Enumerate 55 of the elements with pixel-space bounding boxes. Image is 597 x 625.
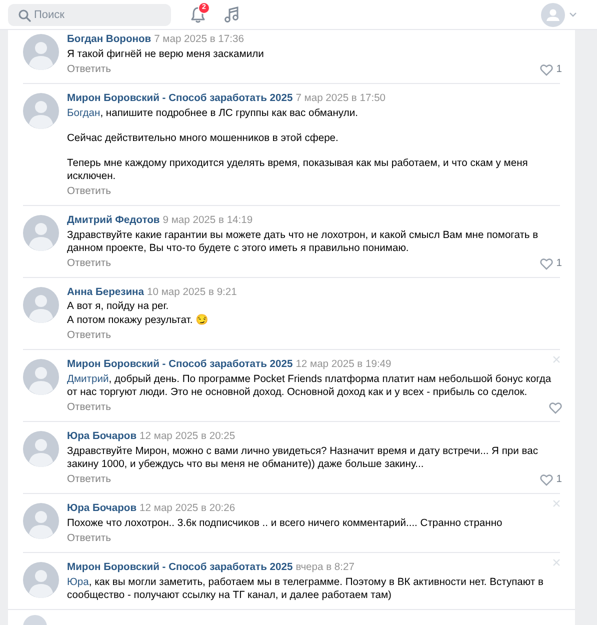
mention-link[interactable]: Богдан: [67, 108, 100, 119]
avatar[interactable]: [23, 359, 59, 395]
comment-text: Похоже что лохотрон.. 3.6к подписчиков .. и всего ничего комментарий.... Странно странно: [67, 517, 504, 530]
comment-date[interactable]: 7 мар 2025 в 17:36: [154, 34, 244, 45]
comment-date[interactable]: 7 мар 2025 в 17:50: [296, 93, 386, 104]
author-name[interactable]: Богдан Воронов: [67, 34, 152, 45]
mention-link[interactable]: Юра: [67, 577, 89, 588]
comment-date[interactable]: вчера в 8:27: [296, 562, 354, 573]
comment-date[interactable]: 12 мар 2025 в 19:49: [296, 359, 392, 370]
author-name[interactable]: Дмитрий Федотов: [67, 215, 160, 226]
profile-avatar[interactable]: [541, 2, 565, 26]
reply-link[interactable]: Ответить: [67, 257, 112, 270]
comment-text: Дмитрий, добрый день. По программе Pocket Friends платформа платит нам небольшой бонус когда от нас торгуют люди. Это не основной доход. Основной доход как и у всех - прибыль со сделок.: [67, 373, 552, 399]
bell-icon[interactable]: [190, 6, 206, 24]
close-icon[interactable]: [553, 500, 560, 507]
comment-date[interactable]: 10 мар 2025 в 9:21: [147, 287, 237, 298]
close-icon[interactable]: [553, 356, 560, 363]
comment-text: Здравствуйте какие гарантии вы можете дать что не лохотрон, и какой смысл Вам мне помогать в данном проекте, Вы что-то будете с этого иметь я правильно понимаю.: [67, 229, 540, 255]
avatar[interactable]: [23, 503, 59, 539]
comment-text: Теперь мне каждому приходится уделять время, показывая как мы работаем, и что скам у меня исключен.: [67, 157, 529, 183]
close-icon[interactable]: [553, 559, 560, 566]
author-name[interactable]: Юра Бочаров: [67, 503, 137, 514]
reply-link[interactable]: Ответить: [67, 63, 112, 76]
comment-text: Юра, как вы могли заметить, работаем мы в телеграмме. Поэтому в ВК активности нет. Вступают в сообщество - получают ссылку на ТГ канал, и далее работаем там): [67, 576, 544, 602]
reply-link[interactable]: Ответить: [67, 473, 112, 486]
comment-text: Я такой фигнёй не верю меня заскамили: [67, 48, 265, 61]
reply-link[interactable]: Ответить: [67, 532, 112, 545]
music-note-icon[interactable]: [224, 6, 240, 23]
comment-text: Богдан, напишите подробнее в ЛС группы как вас обманули.: [67, 107, 359, 120]
search-field[interactable]: Поиск: [8, 4, 171, 26]
author-name[interactable]: Мирон Боровский - Способ заработать 2025: [67, 562, 293, 573]
comment-text: А вот я, пойду на рег.: [67, 300, 170, 313]
reply-link[interactable]: Ответить: [67, 401, 112, 414]
comment-date[interactable]: 12 мар 2025 в 20:25: [140, 431, 236, 442]
author-name[interactable]: Юра Бочаров: [67, 431, 137, 442]
like-button[interactable]: [549, 402, 562, 414]
avatar[interactable]: [23, 215, 59, 251]
comment-text: Здравствуйте Мирон, можно с вами лично увидеться? Назначит время и дату встречи... Я при вас закину 1000, и убеждусь что вы меня не обманите)) даже больше закину...: [67, 445, 539, 471]
reply-link[interactable]: Ответить: [67, 185, 112, 198]
reply-link[interactable]: Ответить: [67, 329, 112, 342]
comment-date[interactable]: 12 мар 2025 в 20:26: [140, 503, 236, 514]
author-name[interactable]: Мирон Боровский - Способ заработать 2025: [67, 359, 293, 370]
avatar[interactable]: [23, 431, 59, 467]
avatar[interactable]: [23, 287, 59, 323]
caret-icon[interactable]: [569, 12, 577, 17]
avatar[interactable]: [23, 93, 59, 129]
avatar[interactable]: [23, 562, 59, 598]
avatar[interactable]: [23, 34, 59, 70]
comment-date[interactable]: 9 мар 2025 в 14:19: [162, 215, 253, 226]
comment-text: А потом покажу результат. 😏: [67, 314, 210, 327]
comment-text: Сейчас действительно много мошенников в этой сфере.: [67, 132, 340, 145]
mention-link[interactable]: Дмитрий: [67, 374, 109, 385]
search-icon: [18, 8, 31, 22]
author-name[interactable]: Анна Березина: [67, 287, 144, 298]
author-name[interactable]: Мирон Боровский - Способ заработать 2025: [67, 93, 293, 104]
